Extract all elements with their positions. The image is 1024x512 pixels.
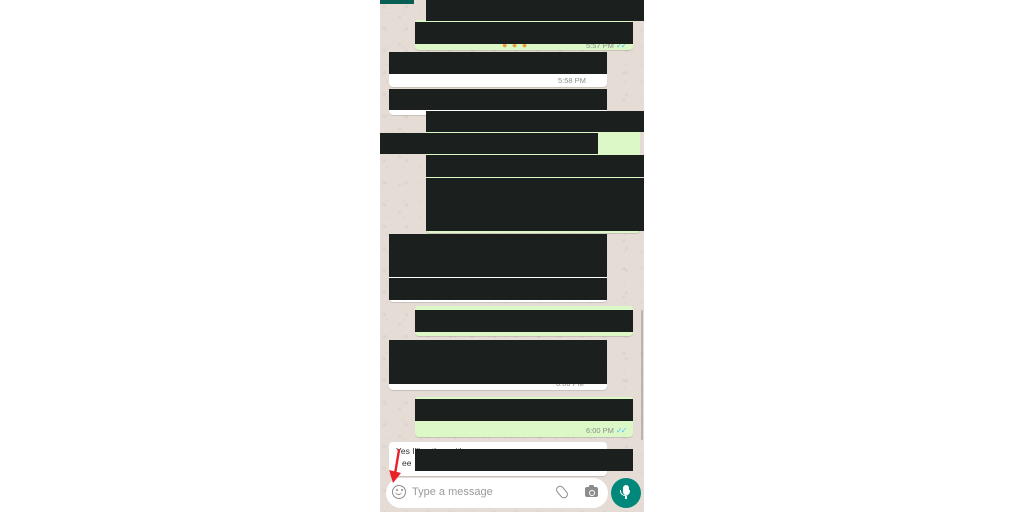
emoji-icon[interactable] [392, 485, 406, 499]
mic-icon [620, 485, 630, 499]
redaction-block [389, 52, 607, 74]
message-timestamp: 5:58 PM [558, 76, 586, 85]
redaction-block [426, 111, 644, 132]
camera-icon[interactable] [585, 485, 598, 497]
redaction-block [426, 178, 644, 231]
mic-button[interactable] [611, 478, 641, 508]
chat-screen: ● ● ● 5:57 PM✓✓ 5:58 PM 6:00 PM 6:00 PM✓… [380, 0, 644, 512]
message-composer[interactable]: Type a message [386, 478, 608, 508]
redaction-block [389, 234, 607, 277]
redaction-block [426, 155, 644, 177]
redaction-block [415, 449, 633, 471]
redaction-block [389, 278, 607, 300]
redaction-block [389, 340, 607, 384]
redaction-block [415, 399, 633, 421]
message-input[interactable]: Type a message [412, 486, 493, 498]
redaction-block [415, 310, 633, 332]
redaction-block [380, 133, 598, 154]
read-ticks-icon: ✓✓ [615, 426, 627, 435]
header-bar-edge [380, 0, 414, 4]
message-timestamp: 6:00 PM ✓✓ [586, 426, 627, 435]
red-arrow [389, 448, 401, 483]
redaction-block [426, 0, 644, 21]
paperclip-icon[interactable] [554, 484, 570, 500]
redaction-block [389, 89, 607, 110]
redaction-block [415, 22, 633, 44]
scrollbar[interactable] [641, 310, 643, 440]
